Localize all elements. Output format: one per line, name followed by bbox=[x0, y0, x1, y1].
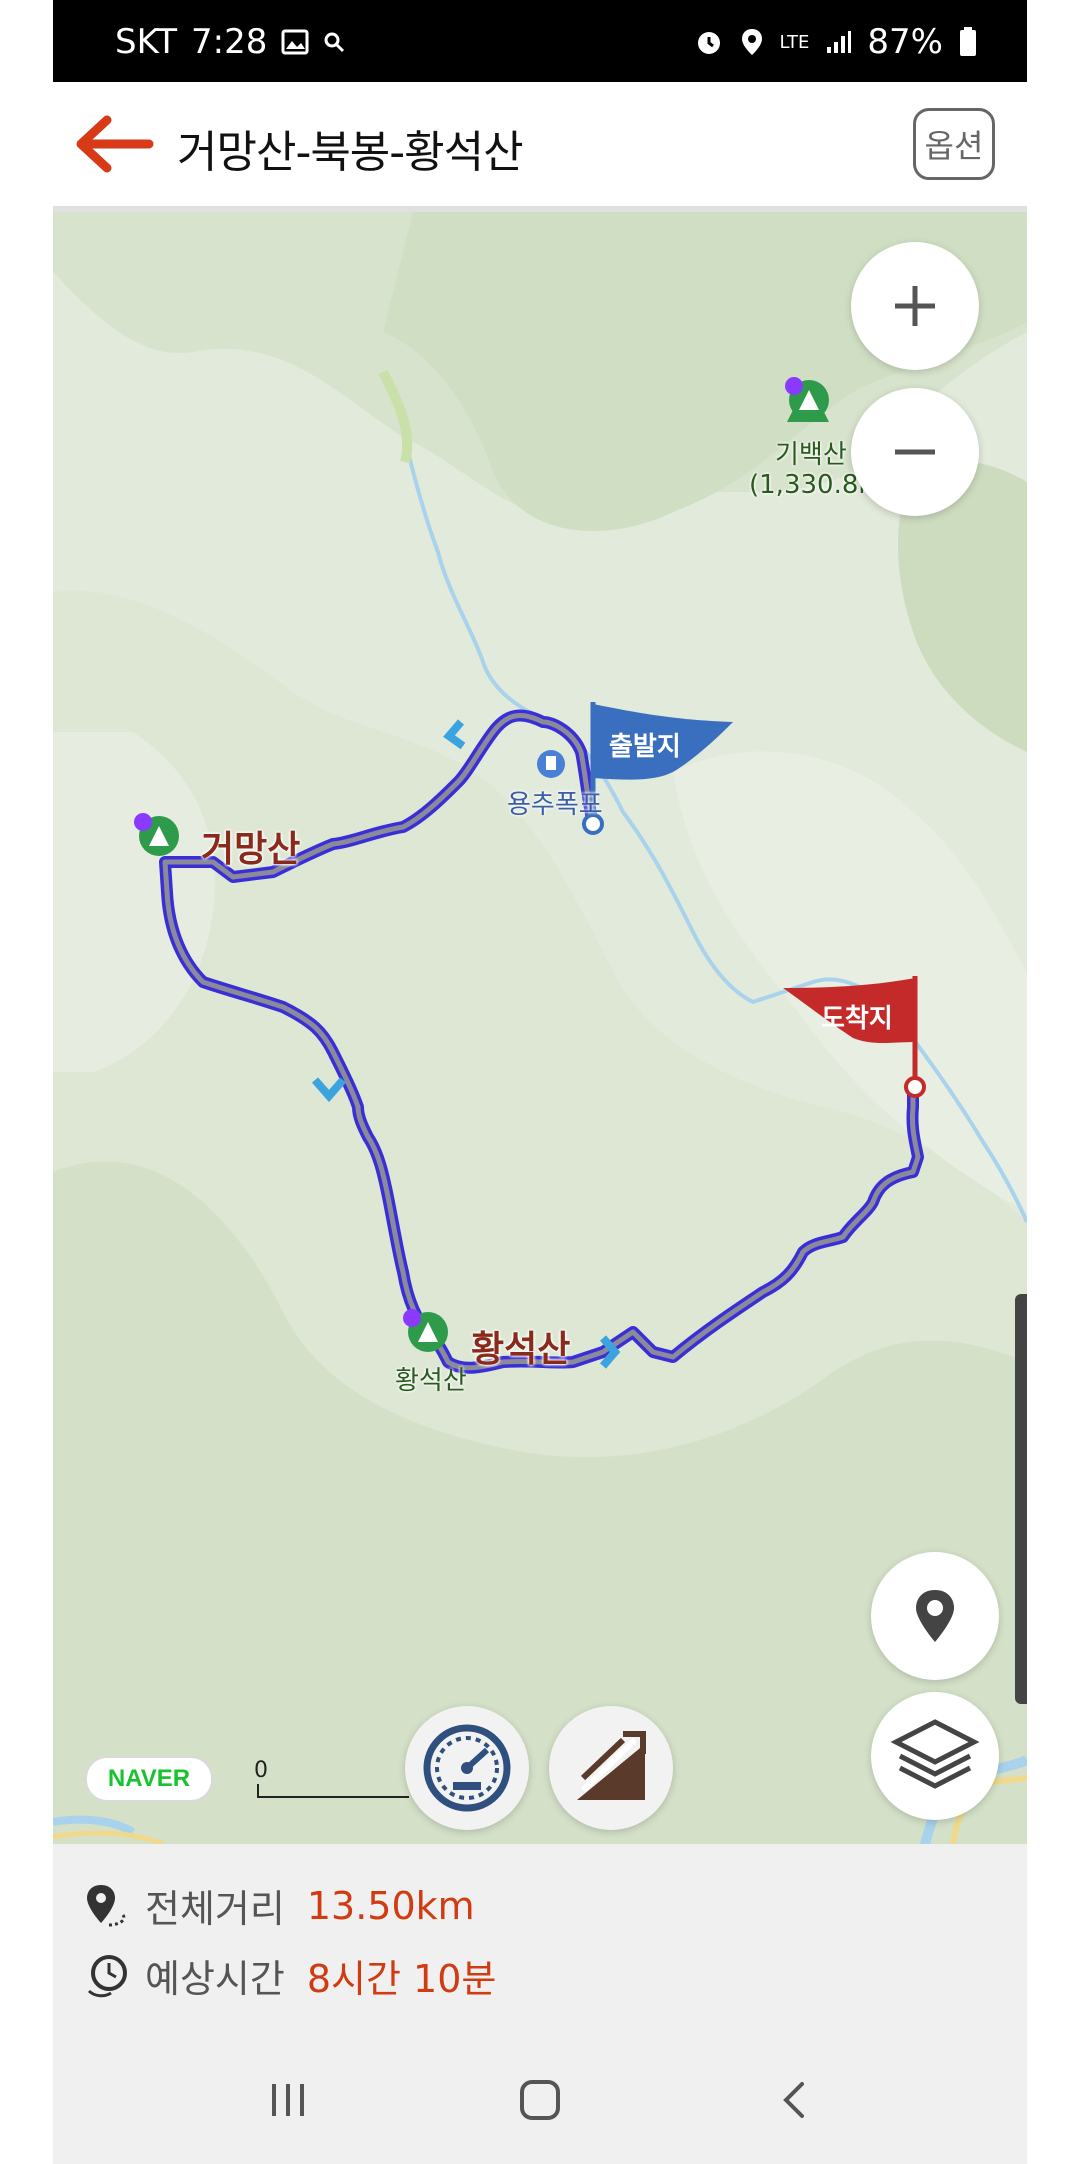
layers-icon bbox=[890, 1719, 980, 1789]
map-label-hwangseoksan: 황석산 bbox=[471, 1329, 571, 1370]
home-button[interactable] bbox=[505, 2070, 575, 2130]
arrow-left-icon bbox=[76, 115, 154, 173]
naver-logo: NAVER bbox=[85, 1756, 213, 1802]
start-flag-label: 출발지 bbox=[609, 732, 681, 762]
location-icon bbox=[740, 27, 764, 57]
map-label-yongchu: 용추폭포 bbox=[507, 790, 603, 820]
location-pin-icon bbox=[916, 1590, 954, 1642]
battery-icon bbox=[959, 27, 977, 57]
distance-value: 13.50km bbox=[306, 1883, 475, 1928]
time-row: 예상시간 8시간 10분 bbox=[83, 1948, 496, 2003]
map-label-gibaeksan: 기백산 bbox=[775, 440, 847, 470]
waterfall-marker bbox=[537, 750, 565, 778]
side-panel-handle[interactable] bbox=[1015, 1294, 1027, 1704]
time-label: 예상시간 bbox=[145, 1957, 285, 2001]
speedometer-icon bbox=[423, 1724, 511, 1812]
battery-percent: 87% bbox=[867, 22, 943, 62]
layers-button[interactable] bbox=[871, 1692, 999, 1820]
plus-icon bbox=[895, 286, 935, 326]
scale-bar bbox=[257, 1784, 409, 1798]
scale-zero: 0 bbox=[254, 1758, 268, 1783]
system-nav-bar bbox=[53, 2032, 1027, 2164]
map-label-hwangseoksan-peak: 황석산 bbox=[395, 1366, 467, 1396]
system-back-button[interactable] bbox=[759, 2070, 829, 2130]
app-frame: SKT 7:28 LTE 87% 거망산-북봉-황석산 옵션 거망산 황석산 황… bbox=[53, 0, 1027, 2164]
direction-arrow bbox=[443, 719, 466, 750]
distance-row: 전체거리 13.50km bbox=[83, 1878, 475, 1933]
back-button[interactable] bbox=[73, 112, 157, 176]
gallery-icon bbox=[281, 29, 309, 55]
recent-apps-button[interactable] bbox=[253, 2070, 323, 2130]
distance-label: 전체거리 bbox=[145, 1887, 285, 1931]
chevron-left-icon bbox=[783, 2082, 804, 2118]
slope-button[interactable] bbox=[549, 1706, 673, 1830]
page-title: 거망산-북봉-황석산 bbox=[177, 127, 524, 178]
search-icon bbox=[323, 31, 345, 53]
option-button[interactable]: 옵션 bbox=[913, 108, 995, 180]
carrier: SKT bbox=[115, 22, 178, 62]
status-bar: SKT 7:28 LTE 87% bbox=[53, 0, 1027, 82]
time-value: 8시간 10분 bbox=[306, 1957, 497, 2001]
home-icon bbox=[520, 2080, 560, 2120]
map-label-geomangsan: 거망산 bbox=[201, 829, 301, 870]
signal-icon bbox=[825, 29, 852, 55]
zoom-in-button[interactable] bbox=[851, 242, 979, 370]
clock: 7:28 bbox=[191, 22, 268, 62]
locate-button[interactable] bbox=[871, 1552, 999, 1680]
estimated-time-icon bbox=[87, 1954, 127, 1997]
alarm-icon bbox=[694, 27, 724, 57]
minus-icon bbox=[895, 449, 935, 455]
slope-icon bbox=[577, 1731, 646, 1800]
end-flag-label: 도착지 bbox=[821, 1004, 893, 1034]
network-type: LTE bbox=[779, 31, 810, 53]
route-distance-icon bbox=[87, 1884, 126, 1926]
app-header: 거망산-북봉-황석산 옵션 bbox=[53, 82, 1027, 212]
route-info-panel: 전체거리 13.50km 예상시간 8시간 10분 bbox=[53, 1844, 1027, 2032]
recent-apps-icon bbox=[272, 2084, 304, 2116]
map-view[interactable]: 거망산 황석산 황석산 용추폭포 기백산 (1,330.8m) 출발지 도착지 … bbox=[53, 212, 1027, 1844]
zoom-out-button[interactable] bbox=[851, 388, 979, 516]
speed-button[interactable] bbox=[405, 1706, 529, 1830]
